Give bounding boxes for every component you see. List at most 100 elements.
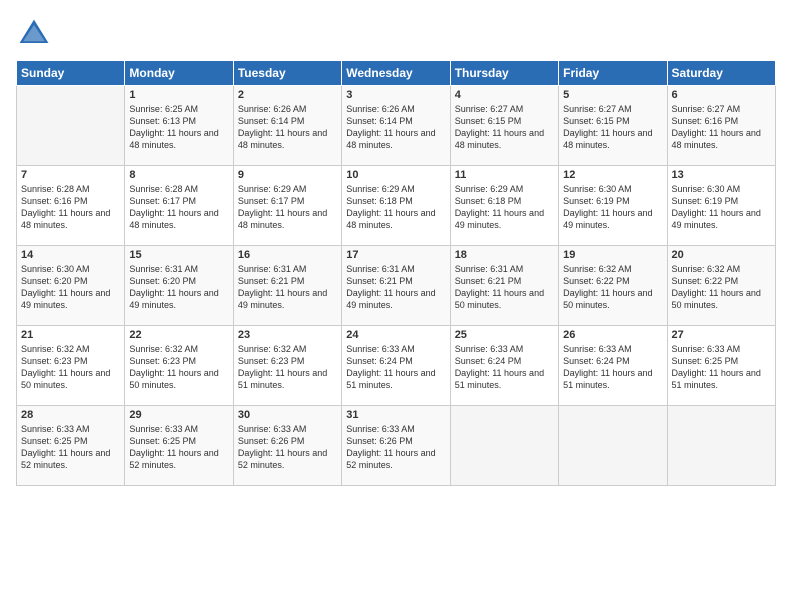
day-number: 25 <box>455 329 554 341</box>
calendar-cell: 10Sunrise: 6:29 AMSunset: 6:18 PMDayligh… <box>342 166 450 246</box>
calendar-cell: 31 Sunrise: 6:33 AMSunset: 6:26 PMDayligh… <box>342 406 450 486</box>
cell-info: Sunrise: 6:32 AMSunset: 6:23 PMDaylight:… <box>129 343 228 392</box>
day-number: 30 <box>238 409 337 421</box>
day-number: 22 <box>129 329 228 341</box>
day-number: 28 <box>21 409 120 421</box>
day-number: 17 <box>346 249 445 261</box>
calendar-cell: 26 Sunrise: 6:33 AMSunset: 6:24 PMDayligh… <box>559 326 667 406</box>
day-number: 24 <box>346 329 445 341</box>
day-header: Thursday <box>450 61 558 86</box>
calendar-week-row: 21 Sunrise: 6:32 AMSunset: 6:23 PMDayligh… <box>17 326 776 406</box>
cell-info: Sunrise: 6:32 AMSunset: 6:23 PMDaylight:… <box>21 343 120 392</box>
cell-info: Sunrise: 6:31 AMSunset: 6:21 PMDaylight:… <box>346 263 445 312</box>
day-number: 19 <box>563 249 662 261</box>
header <box>16 16 776 52</box>
calendar-cell: 20 Sunrise: 6:32 AMSunset: 6:22 PMDayligh… <box>667 246 775 326</box>
cell-info: Sunrise: 6:33 AMSunset: 6:26 PMDaylight:… <box>238 423 337 472</box>
calendar-cell: 11 Sunrise: 6:29 AMSunset: 6:18 PMDayligh… <box>450 166 558 246</box>
day-number: 12 <box>563 169 662 181</box>
day-number: 6 <box>672 89 771 101</box>
day-header: Friday <box>559 61 667 86</box>
calendar-cell: 12 Sunrise: 6:30 AMSunset: 6:19 PMDayligh… <box>559 166 667 246</box>
cell-info: Sunrise: 6:26 AMSunset: 6:14 PMDaylight:… <box>346 103 445 152</box>
cell-info: Sunrise: 6:29 AMSunset: 6:18 PMDaylight:… <box>455 183 554 232</box>
day-header: Monday <box>125 61 233 86</box>
cell-info: Sunrise: 6:32 AMSunset: 6:22 PMDaylight:… <box>672 263 771 312</box>
day-number: 27 <box>672 329 771 341</box>
day-number: 8 <box>129 169 228 181</box>
calendar-table: SundayMondayTuesdayWednesdayThursdayFrid… <box>16 60 776 486</box>
logo-icon <box>16 16 52 52</box>
calendar-header-row: SundayMondayTuesdayWednesdayThursdayFrid… <box>17 61 776 86</box>
cell-info: Sunrise: 6:33 AMSunset: 6:25 PMDaylight:… <box>129 423 228 472</box>
calendar-cell: 4Sunrise: 6:27 AMSunset: 6:15 PMDaylight… <box>450 86 558 166</box>
day-number: 20 <box>672 249 771 261</box>
cell-info: Sunrise: 6:33 AMSunset: 6:24 PMDaylight:… <box>346 343 445 392</box>
day-number: 2 <box>238 89 337 101</box>
day-number: 31 <box>346 409 445 421</box>
cell-info: Sunrise: 6:31 AMSunset: 6:21 PMDaylight:… <box>455 263 554 312</box>
calendar-cell: 16 Sunrise: 6:31 AMSunset: 6:21 PMDayligh… <box>233 246 341 326</box>
day-number: 21 <box>21 329 120 341</box>
calendar-body: 1 Sunrise: 6:25 AMSunset: 6:13 PMDaylight… <box>17 86 776 486</box>
cell-info: Sunrise: 6:30 AMSunset: 6:19 PMDaylight:… <box>672 183 771 232</box>
day-number: 18 <box>455 249 554 261</box>
day-number: 16 <box>238 249 337 261</box>
calendar-cell: 24 Sunrise: 6:33 AMSunset: 6:24 PMDayligh… <box>342 326 450 406</box>
cell-info: Sunrise: 6:33 AMSunset: 6:25 PMDaylight:… <box>21 423 120 472</box>
day-number: 9 <box>238 169 337 181</box>
day-header: Sunday <box>17 61 125 86</box>
cell-info: Sunrise: 6:33 AMSunset: 6:24 PMDaylight:… <box>455 343 554 392</box>
logo <box>16 16 56 52</box>
day-number: 4 <box>455 89 554 101</box>
calendar-cell <box>667 406 775 486</box>
calendar-cell: 25 Sunrise: 6:33 AMSunset: 6:24 PMDayligh… <box>450 326 558 406</box>
page-container: SundayMondayTuesdayWednesdayThursdayFrid… <box>0 0 792 494</box>
calendar-cell: 27 Sunrise: 6:33 AMSunset: 6:25 PMDayligh… <box>667 326 775 406</box>
day-header: Tuesday <box>233 61 341 86</box>
day-number: 11 <box>455 169 554 181</box>
day-number: 1 <box>129 89 228 101</box>
day-number: 13 <box>672 169 771 181</box>
calendar-cell: 22 Sunrise: 6:32 AMSunset: 6:23 PMDayligh… <box>125 326 233 406</box>
day-number: 23 <box>238 329 337 341</box>
calendar-cell: 15Sunrise: 6:31 AMSunset: 6:20 PMDayligh… <box>125 246 233 326</box>
calendar-cell: 23 Sunrise: 6:32 AMSunset: 6:23 PMDayligh… <box>233 326 341 406</box>
calendar-cell <box>17 86 125 166</box>
day-number: 15 <box>129 249 228 261</box>
cell-info: Sunrise: 6:28 AMSunset: 6:17 PMDaylight:… <box>129 183 228 232</box>
calendar-cell: 28 Sunrise: 6:33 AMSunset: 6:25 PMDayligh… <box>17 406 125 486</box>
cell-info: Sunrise: 6:29 AMSunset: 6:17 PMDaylight:… <box>238 183 337 232</box>
cell-info: Sunrise: 6:33 AMSunset: 6:25 PMDaylight:… <box>672 343 771 392</box>
calendar-cell <box>450 406 558 486</box>
calendar-cell: 1 Sunrise: 6:25 AMSunset: 6:13 PMDaylight… <box>125 86 233 166</box>
day-number: 26 <box>563 329 662 341</box>
calendar-cell: 6 Sunrise: 6:27 AMSunset: 6:16 PMDaylight… <box>667 86 775 166</box>
calendar-week-row: 7Sunrise: 6:28 AMSunset: 6:16 PMDaylight… <box>17 166 776 246</box>
calendar-cell: 2 Sunrise: 6:26 AMSunset: 6:14 PMDaylight… <box>233 86 341 166</box>
day-header: Wednesday <box>342 61 450 86</box>
cell-info: Sunrise: 6:28 AMSunset: 6:16 PMDaylight:… <box>21 183 120 232</box>
cell-info: Sunrise: 6:30 AMSunset: 6:19 PMDaylight:… <box>563 183 662 232</box>
cell-info: Sunrise: 6:32 AMSunset: 6:22 PMDaylight:… <box>563 263 662 312</box>
calendar-cell: 17 Sunrise: 6:31 AMSunset: 6:21 PMDayligh… <box>342 246 450 326</box>
day-number: 10 <box>346 169 445 181</box>
cell-info: Sunrise: 6:33 AMSunset: 6:26 PMDaylight:… <box>346 423 445 472</box>
day-header: Saturday <box>667 61 775 86</box>
calendar-cell: 7Sunrise: 6:28 AMSunset: 6:16 PMDaylight… <box>17 166 125 246</box>
cell-info: Sunrise: 6:26 AMSunset: 6:14 PMDaylight:… <box>238 103 337 152</box>
calendar-cell: 8 Sunrise: 6:28 AMSunset: 6:17 PMDaylight… <box>125 166 233 246</box>
calendar-cell: 5Sunrise: 6:27 AMSunset: 6:15 PMDaylight… <box>559 86 667 166</box>
calendar-cell: 18 Sunrise: 6:31 AMSunset: 6:21 PMDayligh… <box>450 246 558 326</box>
cell-info: Sunrise: 6:25 AMSunset: 6:13 PMDaylight:… <box>129 103 228 152</box>
calendar-cell: 13 Sunrise: 6:30 AMSunset: 6:19 PMDayligh… <box>667 166 775 246</box>
cell-info: Sunrise: 6:31 AMSunset: 6:21 PMDaylight:… <box>238 263 337 312</box>
day-number: 14 <box>21 249 120 261</box>
calendar-week-row: 14Sunrise: 6:30 AMSunset: 6:20 PMDayligh… <box>17 246 776 326</box>
cell-info: Sunrise: 6:32 AMSunset: 6:23 PMDaylight:… <box>238 343 337 392</box>
cell-info: Sunrise: 6:33 AMSunset: 6:24 PMDaylight:… <box>563 343 662 392</box>
calendar-cell: 3Sunrise: 6:26 AMSunset: 6:14 PMDaylight… <box>342 86 450 166</box>
calendar-cell: 29Sunrise: 6:33 AMSunset: 6:25 PMDayligh… <box>125 406 233 486</box>
calendar-cell: 21 Sunrise: 6:32 AMSunset: 6:23 PMDayligh… <box>17 326 125 406</box>
cell-info: Sunrise: 6:27 AMSunset: 6:16 PMDaylight:… <box>672 103 771 152</box>
